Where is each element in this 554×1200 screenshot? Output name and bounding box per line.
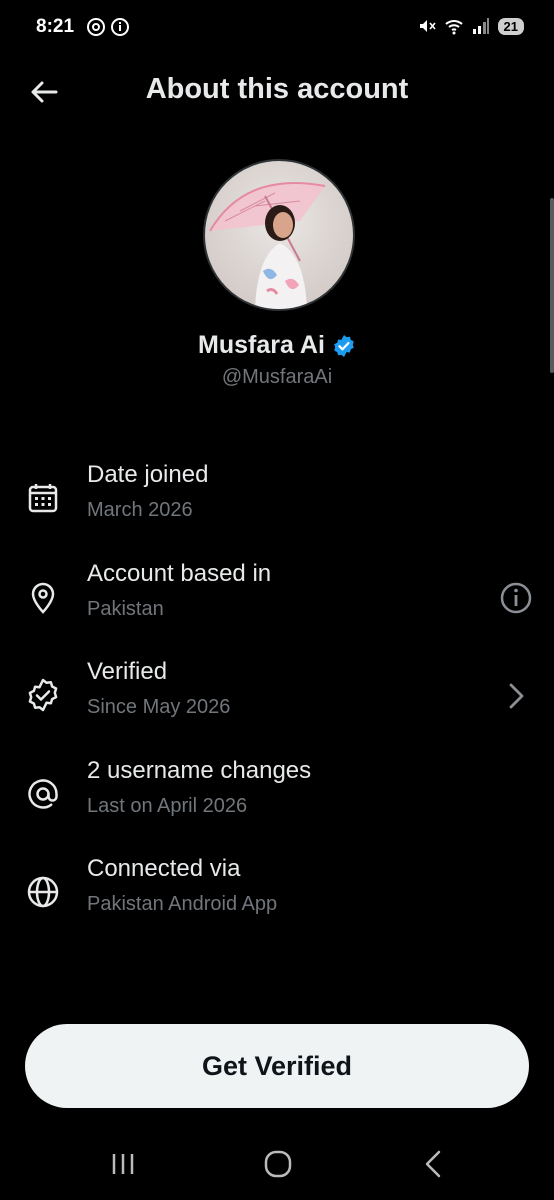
globe-icon	[27, 876, 59, 908]
page-title: About this account	[145, 73, 409, 105]
row-value: March 2026	[87, 499, 193, 521]
profile-name: Musfara Ai	[198, 331, 325, 359]
row-label: Connected via	[87, 855, 241, 882]
scrollbar[interactable]	[550, 198, 554, 373]
row-value: Last on April 2026	[87, 795, 248, 817]
system-nav-bar	[0, 1130, 554, 1200]
row-label: Date joined	[87, 461, 209, 488]
row-username-changes: 2 username changes Last on April 2026	[0, 757, 554, 837]
home-icon[interactable]	[258, 1144, 298, 1184]
threads-icon	[87, 18, 105, 36]
status-time: 8:21	[36, 16, 75, 37]
row-connected-via: Connected via Pakistan Android App	[0, 855, 554, 935]
row-account-based-in: Account based in Pakistan	[0, 560, 554, 640]
row-verified[interactable]: Verified Since May 2026	[0, 658, 554, 738]
row-value: Since May 2026	[87, 696, 231, 718]
nav-back-icon[interactable]	[414, 1144, 454, 1184]
at-sign-icon	[28, 779, 58, 809]
avatar[interactable]	[203, 159, 355, 311]
signal-icon	[472, 18, 489, 34]
status-left-icons	[86, 17, 130, 37]
profile-handle: @MusfaraAi	[221, 366, 333, 388]
row-value: Pakistan	[87, 598, 164, 620]
get-verified-button[interactable]: Get Verified	[25, 1024, 529, 1108]
location-pin-icon	[31, 582, 55, 614]
recent-apps-icon[interactable]	[103, 1144, 143, 1184]
info-circle-icon	[111, 18, 129, 36]
status-bar: 8:21 21	[0, 0, 554, 56]
row-value: Pakistan Android App	[87, 893, 278, 915]
profile-name-row: Musfara Ai	[0, 331, 554, 360]
row-label: Verified	[87, 658, 168, 685]
row-label: 2 username changes	[87, 757, 312, 784]
battery-indicator: 21	[497, 17, 524, 35]
avatar-photo	[209, 182, 326, 309]
info-icon[interactable]	[498, 580, 534, 616]
calendar-icon	[28, 484, 58, 513]
wifi-icon	[444, 20, 463, 35]
row-date-joined: Date joined March 2026	[0, 461, 554, 541]
row-label: Account based in	[87, 560, 272, 587]
status-right-icons: 21	[418, 17, 524, 35]
verified-badge-icon	[28, 678, 58, 712]
chevron-right-icon[interactable]	[498, 678, 534, 714]
verified-check-icon	[334, 334, 354, 357]
mute-icon	[419, 20, 436, 32]
